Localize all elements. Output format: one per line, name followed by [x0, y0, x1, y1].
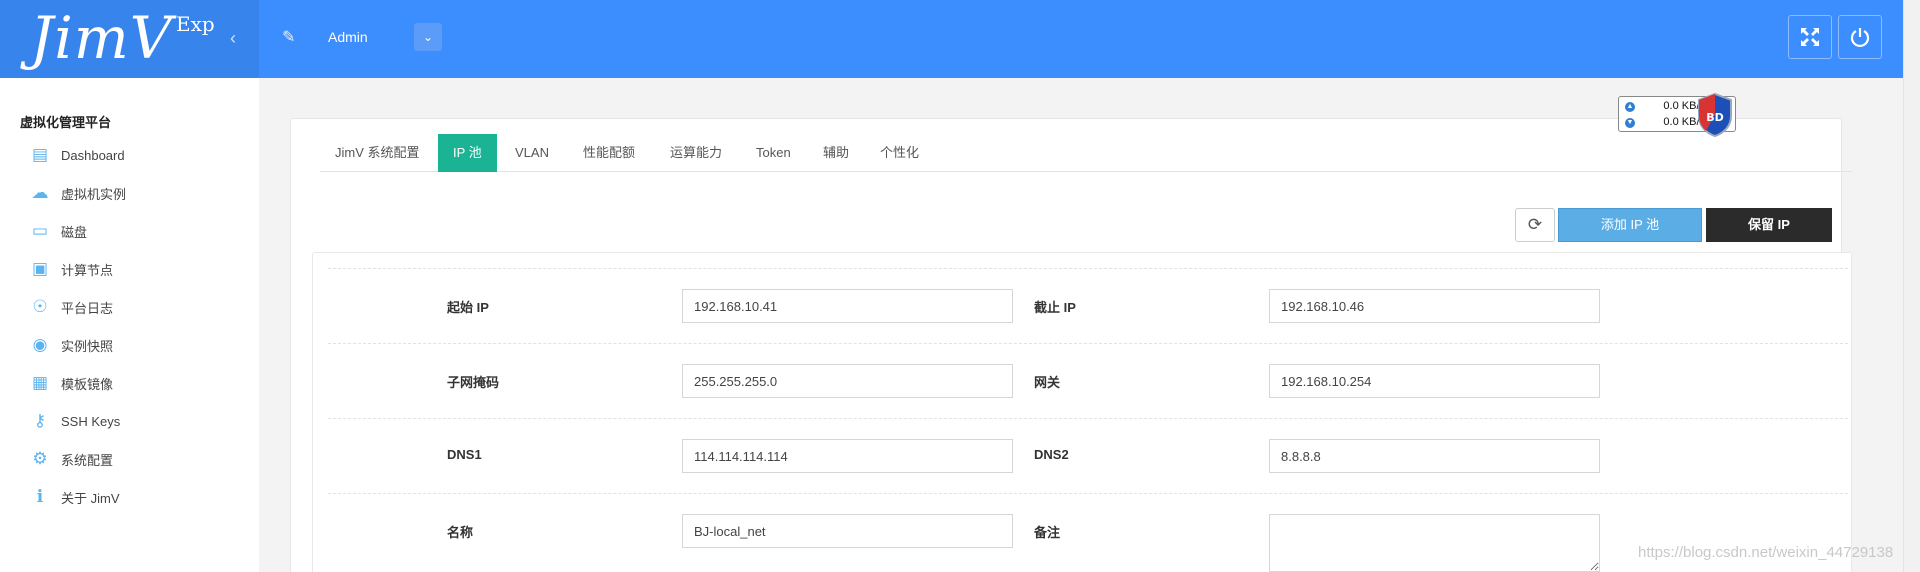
tab-personalize[interactable]: 个性化	[865, 134, 934, 172]
sidebar-item-logs[interactable]: ☉ 平台日志	[28, 288, 126, 326]
gateway-input[interactable]	[1269, 364, 1600, 398]
sidebar-item-label: 系统配置	[61, 452, 114, 468]
dns1-label: DNS1	[447, 447, 482, 462]
inbox-icon: ▦	[31, 373, 49, 392]
remark-textarea[interactable]	[1269, 514, 1600, 572]
download-arrow-icon: ▼	[1625, 118, 1635, 128]
form-divider	[328, 343, 1848, 344]
shield-icon: BD	[1698, 92, 1732, 138]
name-label: 名称	[447, 525, 474, 540]
end-ip-label: 截止 IP	[1034, 300, 1076, 315]
camera-icon: ◉	[32, 335, 48, 354]
form-divider	[328, 493, 1848, 494]
tab-compute-capacity[interactable]: 运算能力	[655, 134, 737, 172]
top-header: JimV Exp ‹ ✎ Admin ⌄	[0, 0, 1903, 78]
remark-label: 备注	[1034, 525, 1061, 540]
sidebar-item-label: 模板镜像	[61, 376, 114, 392]
sidebar-item-about[interactable]: i 关于 JimV	[28, 478, 126, 516]
config-tabs: JimV 系统配置 IP 池 VLAN 性能配额 运算能力 Token 辅助 个…	[320, 134, 1852, 172]
watermark-text: https://blog.csdn.net/weixin_44729138	[1638, 544, 1894, 561]
start-ip-label: 起始 IP	[447, 300, 489, 315]
app-logo: JimV	[30, 4, 173, 72]
sidebar-item-disks[interactable]: ▭ 磁盘	[28, 212, 126, 250]
tab-token[interactable]: Token	[741, 134, 806, 172]
monitor-icon: ▣	[31, 259, 49, 278]
sidebar-item-ssh-keys[interactable]: ⚷ SSH Keys	[28, 402, 126, 440]
shield-badge-text: BD	[1706, 111, 1724, 124]
tab-ip-pool[interactable]: IP 池	[438, 134, 497, 172]
tab-vlan[interactable]: VLAN	[500, 134, 564, 172]
add-ip-pool-button[interactable]: 添加 IP 池	[1558, 208, 1702, 242]
refresh-icon: ⟳	[1527, 215, 1543, 234]
gateway-label: 网关	[1034, 375, 1061, 390]
user-dropdown-chevron-icon[interactable]: ⌄	[414, 23, 442, 51]
tab-assist[interactable]: 辅助	[808, 134, 864, 172]
sidebar-nav: ▤ Dashboard ☁ 虚拟机实例 ▭ 磁盘 ▣ 计算节点 ☉ 平台日志 ◉…	[28, 136, 127, 516]
sidebar-item-label: 磁盘	[61, 224, 88, 240]
sidebar-item-instances[interactable]: ☁ 虚拟机实例	[28, 174, 127, 212]
start-ip-input[interactable]	[682, 289, 1013, 323]
dns2-input[interactable]	[1269, 439, 1600, 473]
logo-area: JimV Exp ‹	[0, 0, 259, 78]
dns1-input[interactable]	[682, 439, 1013, 473]
logout-button[interactable]	[1838, 15, 1882, 59]
gear-icon: ⚙	[32, 449, 48, 468]
fullscreen-icon	[1801, 28, 1819, 46]
netmask-label: 子网掩码	[447, 375, 500, 390]
name-input[interactable]	[682, 514, 1013, 548]
upload-arrow-icon: ▲	[1625, 102, 1635, 112]
sidebar-item-compute-nodes[interactable]: ▣ 计算节点	[28, 250, 126, 288]
key-icon: ⚷	[33, 411, 47, 430]
app-logo-suffix: Exp	[176, 12, 215, 36]
sidebar-item-label: 实例快照	[61, 338, 114, 354]
sidebar-collapse-icon[interactable]: ‹	[230, 28, 236, 49]
tab-quota[interactable]: 性能配额	[568, 134, 650, 172]
sidebar-item-snapshots[interactable]: ◉ 实例快照	[28, 326, 126, 364]
sidebar-item-system-config[interactable]: ⚙ 系统配置	[28, 440, 126, 478]
sidebar-item-label: Dashboard	[61, 147, 125, 163]
sidebar-item-label: 计算节点	[61, 262, 114, 278]
user-name[interactable]: Admin	[328, 29, 368, 45]
sidebar-item-templates[interactable]: ▦ 模板镜像	[28, 364, 126, 402]
eye-icon: ☉	[32, 297, 48, 316]
cloud-icon: ☁	[31, 183, 49, 202]
sidebar-item-label: 平台日志	[61, 300, 114, 316]
info-icon: i	[36, 487, 44, 507]
power-icon	[1850, 28, 1870, 48]
sidebar-item-label: 虚拟机实例	[61, 186, 127, 202]
form-divider	[328, 268, 1848, 269]
end-ip-input[interactable]	[1269, 289, 1600, 323]
refresh-button[interactable]: ⟳	[1515, 208, 1555, 242]
ip-pool-form	[312, 252, 1852, 572]
dashboard-icon: ▤	[31, 145, 49, 164]
reserve-ip-button[interactable]: 保留 IP	[1706, 208, 1832, 242]
disk-icon: ▭	[31, 221, 49, 240]
sidebar-item-label: 关于 JimV	[61, 490, 120, 506]
form-divider	[328, 418, 1848, 419]
dns2-label: DNS2	[1034, 447, 1069, 462]
netmask-input[interactable]	[682, 364, 1013, 398]
fullscreen-button[interactable]	[1788, 15, 1832, 59]
user-avatar-icon: ✎	[282, 29, 296, 46]
sidebar: 虚拟化管理平台 ▤ Dashboard ☁ 虚拟机实例 ▭ 磁盘 ▣ 计算节点 …	[0, 78, 259, 572]
page-scrollbar[interactable]	[1903, 0, 1920, 572]
sidebar-item-label: SSH Keys	[61, 413, 121, 429]
sidebar-item-dashboard[interactable]: ▤ Dashboard	[28, 136, 126, 174]
sidebar-title: 虚拟化管理平台	[20, 115, 112, 130]
tab-system-config[interactable]: JimV 系统配置	[320, 134, 435, 172]
